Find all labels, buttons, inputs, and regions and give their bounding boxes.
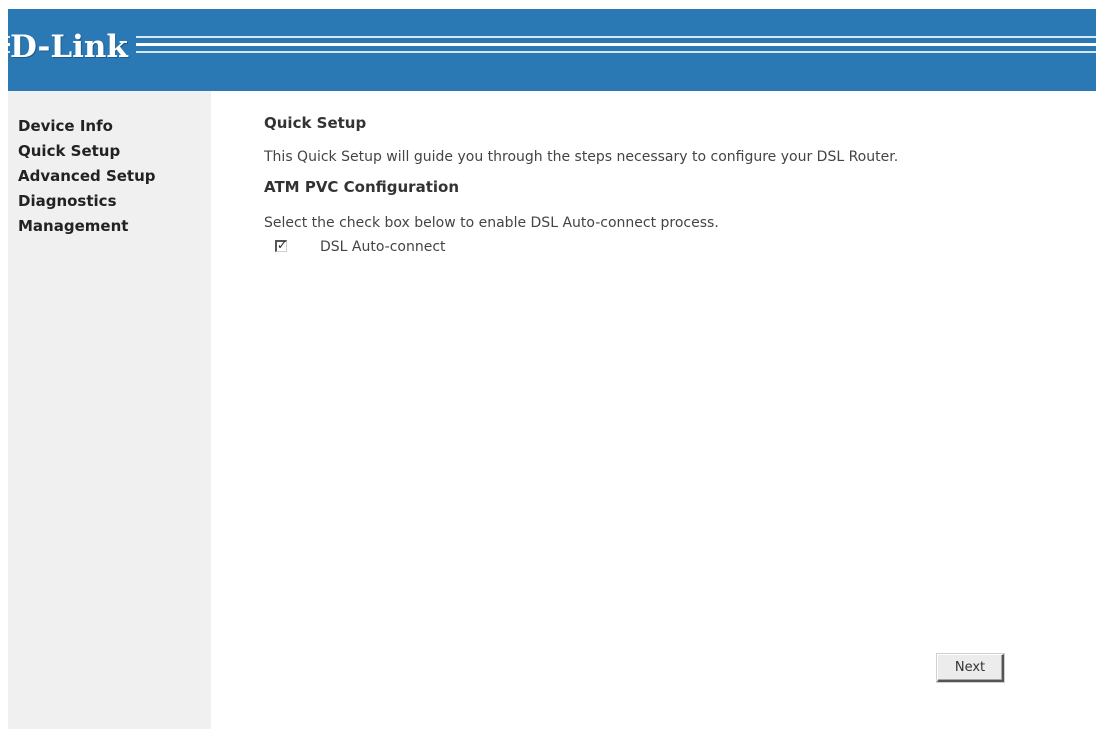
banner-stripe	[8, 43, 1096, 46]
header-banner: D-Link	[8, 9, 1096, 91]
dsl-auto-connect-label: DSL Auto-connect	[320, 239, 446, 255]
check-mark-icon: ✓	[277, 238, 288, 252]
sidebar-item-device-info[interactable]: Device Info	[18, 114, 208, 139]
dsl-auto-connect-checkbox[interactable]: ✓	[275, 238, 288, 252]
sidebar-item-management[interactable]: Management	[18, 214, 208, 239]
sidebar-item-quick-setup[interactable]: Quick Setup	[18, 139, 208, 164]
next-button[interactable]: Next	[937, 654, 1004, 682]
sidebar-item-diagnostics[interactable]: Diagnostics	[18, 189, 208, 214]
page-title: Quick Setup	[264, 114, 367, 132]
router-page: D-Link Device Info Quick Setup Advanced …	[0, 0, 1096, 729]
section-title: ATM PVC Configuration	[264, 178, 459, 196]
sidebar-nav: Device Info Quick Setup Advanced Setup D…	[18, 114, 208, 239]
auto-connect-row: ✓ DSL Auto-connect	[264, 236, 1084, 260]
banner-stripe	[8, 36, 1096, 38]
main-content: Quick Setup This Quick Setup will guide …	[264, 110, 1084, 260]
banner-stripe	[8, 51, 1096, 53]
sidebar-item-advanced-setup[interactable]: Advanced Setup	[18, 164, 208, 189]
instruction-text: Select the check box below to enable DSL…	[264, 215, 719, 231]
d-link-logo: D-Link	[10, 29, 136, 65]
intro-text: This Quick Setup will guide you through …	[264, 149, 899, 165]
